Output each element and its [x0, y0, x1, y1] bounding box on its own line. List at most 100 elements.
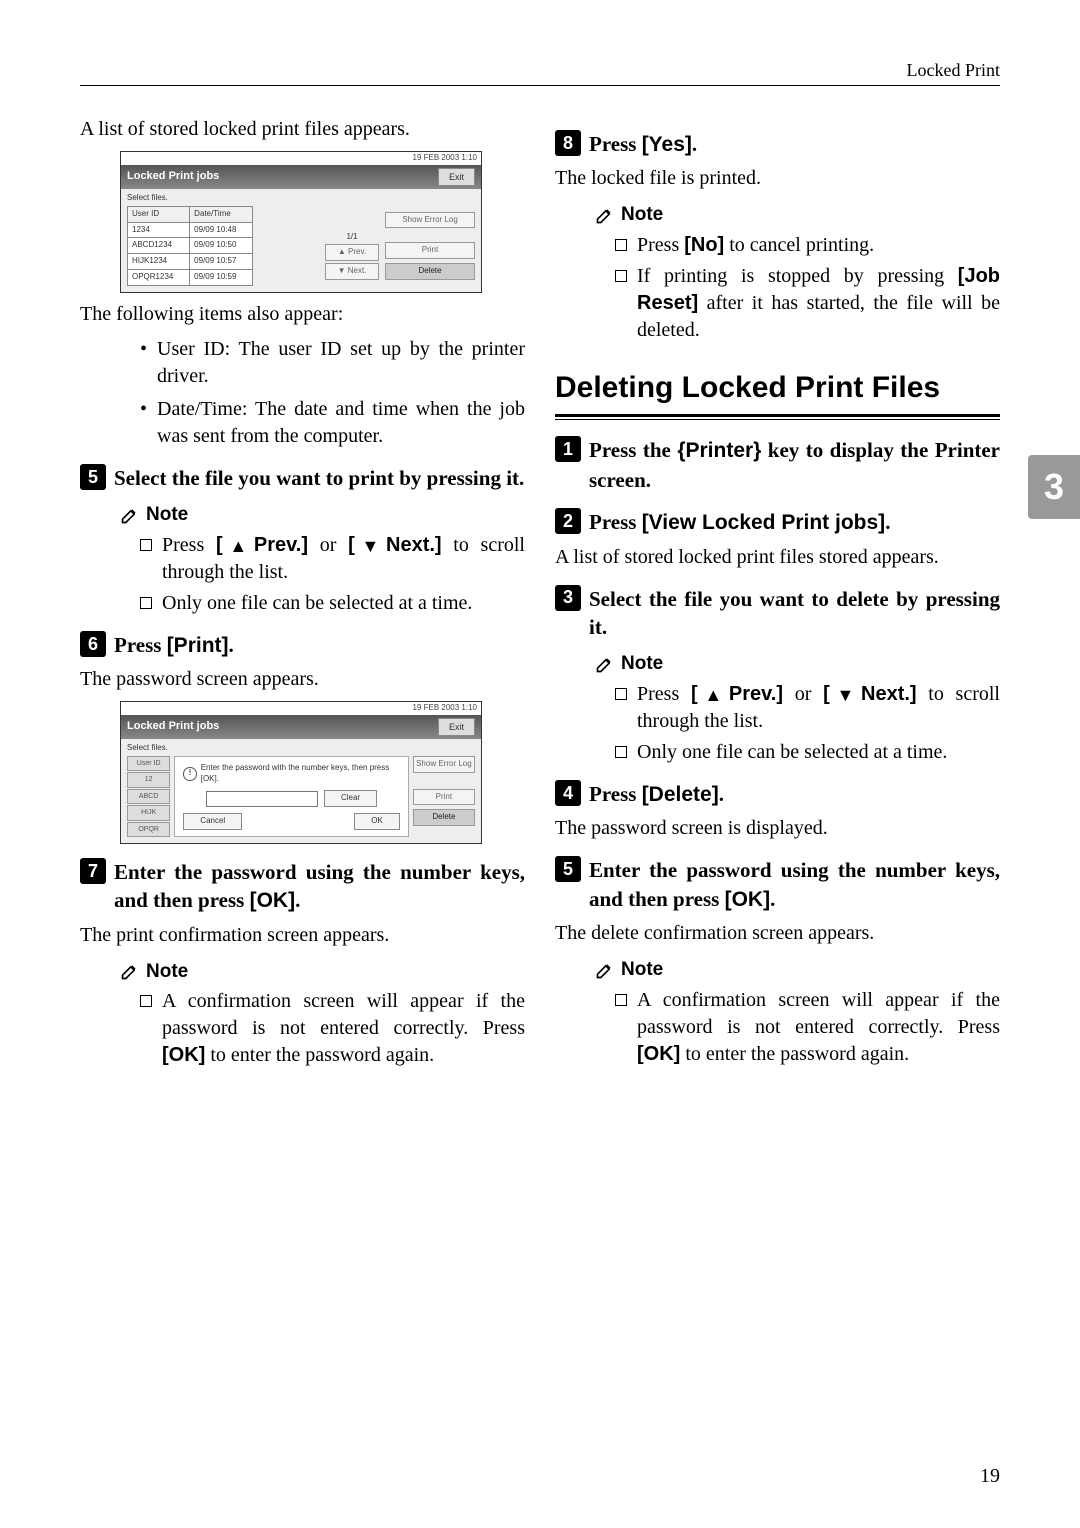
clear-button[interactable]: Clear [324, 790, 377, 807]
col-user-id: User ID [128, 206, 190, 222]
password-input[interactable] [206, 791, 318, 807]
step-number-icon: 3 [555, 585, 581, 611]
step-number-icon: 5 [80, 464, 106, 490]
delete-button[interactable]: Delete [413, 809, 475, 826]
col-date-time: Date/Time [190, 206, 253, 222]
table-row[interactable]: HIJK123409/09 10:57 [128, 254, 253, 270]
note-5-item-1: Press [▲Prev.] or [▼Next.] to scroll thr… [162, 532, 525, 586]
d-step-2-text: Press [View Locked Print jobs]. [589, 508, 890, 537]
screenshot-locked-print-list: 19 FEB 2003 1:10 Locked Print jobs Exit … [120, 151, 482, 293]
intro-text: A list of stored locked print files appe… [80, 116, 525, 143]
square-bullet-icon [140, 995, 152, 1007]
print-button[interactable]: Print [385, 242, 475, 259]
print-button[interactable]: Print [413, 789, 475, 806]
step-7: 7 Enter the password using the number ke… [80, 858, 525, 916]
after-step8: The locked file is printed. [555, 165, 1000, 192]
square-bullet-icon [615, 746, 627, 758]
pencil-icon [120, 505, 140, 525]
step-number-icon: 4 [555, 780, 581, 806]
exit-button[interactable]: Exit [438, 718, 475, 736]
screenshot-password-entry: 19 FEB 2003 1:10 Locked Print jobs Exit … [120, 701, 482, 844]
step-number-icon: 6 [80, 631, 106, 657]
d-step-5-text: Enter the password using the number keys… [589, 856, 1000, 914]
step-8-text: Press [Yes]. [589, 130, 697, 159]
d-step-3-text: Select the file you want to delete by pr… [589, 585, 1000, 642]
prev-button[interactable]: ▲ Prev. [325, 244, 379, 261]
pencil-icon [120, 961, 140, 981]
d-note-3-item-2: Only one file can be selected at a time. [637, 739, 947, 766]
note-7-item: A confirmation screen will appear if the… [162, 988, 525, 1069]
after-step6: The password screen appears. [80, 666, 525, 693]
d-after-2: A list of stored locked print files stor… [555, 544, 1000, 571]
section-heading: Deleting Locked Print Files [555, 368, 1000, 409]
note-label: Note [146, 959, 188, 985]
step-6: 6 Press [Print]. [80, 631, 525, 660]
show-error-log-button[interactable]: Show Error Log [385, 212, 475, 229]
screenshot-title: Locked Print jobs [127, 169, 219, 184]
select-files-label: Select files. [127, 193, 475, 204]
step-8: 8 Press [Yes]. [555, 130, 1000, 159]
next-button[interactable]: ▼ Next. [325, 263, 379, 280]
table-row[interactable]: ABCD123409/09 10:50 [128, 238, 253, 254]
d-note-5-item: A confirmation screen will appear if the… [637, 987, 1000, 1068]
step-6-text: Press [Print]. [114, 631, 234, 660]
table-row[interactable]: 123409/09 10:48 [128, 222, 253, 238]
note-8-item-2: If printing is stopped by pressing [Job … [637, 263, 1000, 344]
heading-rule [555, 414, 1000, 420]
chapter-tab: 3 [1028, 455, 1080, 519]
square-bullet-icon [615, 270, 627, 282]
note-5-item-2: Only one file can be selected at a time. [162, 590, 472, 617]
pencil-icon [595, 205, 615, 225]
user-id-column: User ID 12 ABCD HIJK OPQR [127, 756, 170, 837]
note-label: Note [621, 202, 663, 228]
square-bullet-icon [140, 539, 152, 551]
select-files-label: Select files. [127, 743, 475, 754]
d-step-4: 4 Press [Delete]. [555, 780, 1000, 809]
d-step-3: 3 Select the file you want to delete by … [555, 585, 1000, 642]
running-head: Locked Print [80, 60, 1000, 85]
page-indicator: 1/1 [346, 232, 357, 243]
step-5-text: Select the file you want to print by pre… [114, 464, 524, 492]
step-7-text: Enter the password using the number keys… [114, 858, 525, 916]
note-label: Note [146, 502, 188, 528]
ok-button[interactable]: OK [354, 813, 400, 830]
column-left: A list of stored locked print files appe… [80, 116, 525, 1073]
screenshot-clock: 19 FEB 2003 1:10 [121, 702, 481, 715]
column-right: 8 Press [Yes]. The locked file is printe… [555, 116, 1000, 1073]
step-number-icon: 5 [555, 856, 581, 882]
d-step-2: 2 Press [View Locked Print jobs]. [555, 508, 1000, 537]
after-shot1: The following items also appear: [80, 301, 525, 328]
note-label: Note [621, 651, 663, 677]
d-step-1-text: Press the {Printer} key to display the P… [589, 436, 1000, 494]
step-number-icon: 1 [555, 436, 581, 462]
screenshot-title: Locked Print jobs [127, 719, 219, 734]
item-date-time: Date/Time: The date and time when the jo… [157, 396, 525, 450]
after-step7: The print confirmation screen appears. [80, 922, 525, 949]
page-number: 19 [980, 1465, 1000, 1488]
cancel-button[interactable]: Cancel [183, 813, 242, 830]
bullet-dot: • [140, 396, 147, 450]
show-error-log-button[interactable]: Show Error Log [413, 756, 475, 773]
d-after-5: The delete confirmation screen appears. [555, 920, 1000, 947]
square-bullet-icon [615, 239, 627, 251]
d-step-4-text: Press [Delete]. [589, 780, 724, 809]
pencil-icon [595, 960, 615, 980]
screenshot-clock: 19 FEB 2003 1:10 [121, 152, 481, 165]
info-icon: ! [183, 767, 196, 781]
note-label: Note [621, 957, 663, 983]
square-bullet-icon [615, 994, 627, 1006]
note-8-item-1: Press [No] to cancel printing. [637, 232, 874, 259]
table-row[interactable]: OPQR123409/09 10:59 [128, 269, 253, 285]
step-5: 5 Select the file you want to print by p… [80, 464, 525, 492]
square-bullet-icon [140, 597, 152, 609]
step-number-icon: 8 [555, 130, 581, 156]
item-user-id: User ID: The user ID set up by the print… [157, 336, 525, 390]
locked-files-table: User ID Date/Time 123409/09 10:48 ABCD12… [127, 206, 253, 286]
square-bullet-icon [615, 688, 627, 700]
delete-button[interactable]: Delete [385, 263, 475, 280]
d-step-1: 1 Press the {Printer} key to display the… [555, 436, 1000, 494]
d-note-3-item-1: Press [▲Prev.] or [▼Next.] to scroll thr… [637, 681, 1000, 735]
exit-button[interactable]: Exit [438, 168, 475, 186]
step-number-icon: 2 [555, 508, 581, 534]
step-number-icon: 7 [80, 858, 106, 884]
